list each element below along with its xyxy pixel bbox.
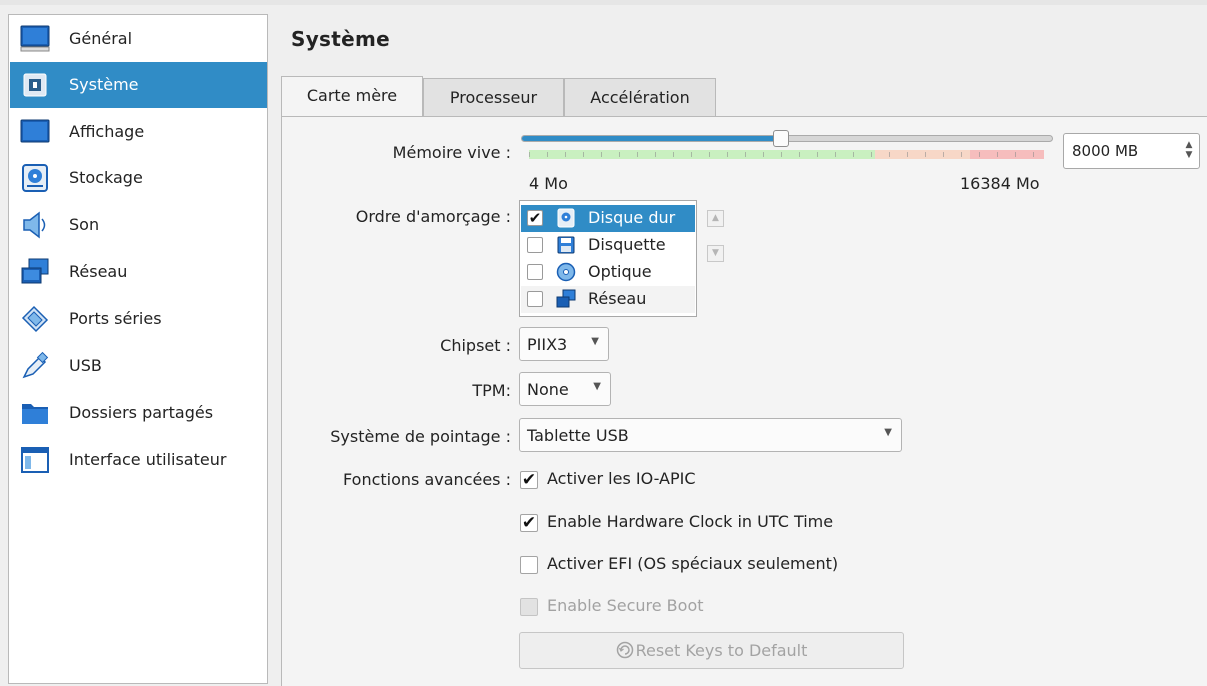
ioapic-label: Activer les IO-APIC — [547, 469, 696, 488]
sidebar-item-label: USB — [69, 356, 102, 375]
reset-keys-button: Reset Keys to Default — [519, 632, 904, 669]
chipset-select[interactable]: PIIX3 ▼ — [519, 327, 609, 361]
network-icon — [21, 258, 49, 284]
folder-icon — [22, 404, 48, 424]
boot-item-checkbox[interactable] — [527, 237, 543, 253]
secure-boot-label: Enable Secure Boot — [547, 596, 704, 615]
chipset-label: Chipset : — [440, 336, 511, 355]
boot-item-label: Disquette — [588, 235, 666, 254]
memory-spinbox[interactable]: 8000 MB ▲ ▼ — [1063, 133, 1200, 169]
sidebar-item-display[interactable]: Affichage — [10, 109, 267, 155]
ioapic-checkbox[interactable]: ✔ — [520, 471, 538, 489]
boot-item-hard-disk[interactable]: ✔ Disque dur — [521, 205, 695, 232]
sidebar-item-sound[interactable]: Son — [10, 202, 267, 248]
chip-icon — [23, 73, 47, 97]
hard-disk-icon — [22, 164, 48, 192]
serial-port-icon — [21, 305, 49, 333]
boot-item-network[interactable]: Réseau — [521, 286, 695, 313]
memory-min-label: 4 Mo — [529, 174, 568, 193]
settings-sidebar: Général Système Affichage Stockage Son R… — [8, 14, 268, 684]
tab-acceleration[interactable]: Accélération — [564, 78, 716, 116]
chevron-down-icon: ▼ — [593, 381, 601, 392]
pointing-select[interactable]: Tablette USB ▼ — [519, 418, 902, 452]
sidebar-item-label: Ports séries — [69, 309, 162, 328]
sidebar-item-usb[interactable]: USB — [10, 343, 267, 389]
chevron-down-icon: ▼ — [884, 427, 892, 438]
boot-item-optical[interactable]: Optique — [521, 259, 695, 286]
memory-label: Mémoire vive : — [392, 143, 511, 162]
memory-slider-handle[interactable] — [772, 130, 789, 147]
sidebar-item-label: Dossiers partagés — [69, 403, 214, 422]
sidebar-item-label: Système — [69, 75, 139, 94]
tab-label: Carte mère — [306, 86, 398, 105]
efi-label: Activer EFI (OS spéciaux seulement) — [547, 554, 839, 573]
secure-boot-checkbox — [520, 598, 538, 616]
monitor-icon — [20, 25, 50, 52]
page-title: Système — [291, 27, 390, 51]
chevron-down-icon: ▼ — [591, 336, 599, 347]
top-edge — [0, 0, 1207, 5]
sidebar-item-shared-folders[interactable]: Dossiers partagés — [10, 390, 267, 436]
tab-processor[interactable]: Processeur — [423, 78, 564, 116]
move-up-button[interactable]: ▲ — [707, 210, 724, 227]
move-down-button[interactable]: ▼ — [707, 245, 724, 262]
arrow-up-icon: ▲ — [712, 213, 719, 223]
boot-item-label: Disque dur — [588, 208, 676, 227]
tab-label: Accélération — [590, 88, 690, 107]
memory-max-label: 16384 Mo — [960, 174, 1040, 193]
reset-keys-label: Reset Keys to Default — [635, 641, 808, 660]
speaker-icon — [23, 211, 46, 239]
sidebar-item-serial-ports[interactable]: Ports séries — [10, 296, 267, 342]
sidebar-item-label: Interface utilisateur — [69, 450, 227, 469]
sidebar-item-storage[interactable]: Stockage — [10, 155, 267, 201]
memory-value: 8000 MB — [1072, 142, 1139, 160]
sidebar-item-label: Général — [69, 29, 133, 48]
tpm-select[interactable]: None ▼ — [519, 372, 611, 406]
boot-item-label: Réseau — [588, 289, 647, 308]
pointing-value: Tablette USB — [527, 426, 629, 445]
window-icon — [21, 447, 49, 473]
utc-label: Enable Hardware Clock in UTC Time — [547, 512, 834, 531]
boot-item-checkbox[interactable] — [527, 264, 543, 280]
spin-arrows-icon[interactable]: ▲ ▼ — [1183, 140, 1195, 162]
optical-disc-icon — [556, 262, 576, 282]
boot-item-floppy[interactable]: Disquette — [521, 232, 695, 259]
tab-label: Processeur — [449, 88, 538, 107]
sidebar-item-system[interactable]: Système — [10, 62, 267, 108]
sidebar-item-label: Son — [69, 215, 100, 234]
reset-icon — [616, 641, 633, 659]
boot-item-checkbox[interactable] — [527, 291, 543, 307]
boot-item-label: Optique — [588, 262, 652, 281]
sidebar-item-label: Affichage — [69, 122, 145, 141]
tpm-label: TPM: — [472, 381, 511, 400]
boot-order-label: Ordre d'amorçage : — [355, 207, 511, 226]
tpm-value: None — [527, 380, 569, 399]
sidebar-item-user-interface[interactable]: Interface utilisateur — [10, 437, 267, 483]
network-icon — [556, 289, 576, 308]
sidebar-item-label: Stockage — [69, 168, 143, 187]
memory-scale-ticks — [529, 152, 1044, 157]
chipset-value: PIIX3 — [527, 335, 568, 354]
display-icon — [20, 119, 50, 143]
utc-checkbox[interactable]: ✔ — [520, 514, 538, 532]
usb-icon — [22, 351, 49, 379]
memory-slider-fill — [522, 136, 782, 141]
pointing-label: Système de pointage : — [330, 427, 511, 446]
sidebar-item-label: Réseau — [69, 262, 128, 281]
hard-disk-icon — [557, 208, 575, 228]
advanced-label: Fonctions avancées : — [343, 470, 511, 489]
sidebar-item-general[interactable]: Général — [10, 16, 267, 62]
floppy-icon — [557, 236, 575, 254]
efi-checkbox[interactable] — [520, 556, 538, 574]
boot-order-list[interactable]: ✔ Disque dur Disquette Optique Réseau — [519, 200, 697, 317]
sidebar-item-network[interactable]: Réseau — [10, 249, 267, 295]
motherboard-panel — [281, 116, 1207, 686]
boot-item-checkbox[interactable]: ✔ — [527, 210, 543, 226]
tab-motherboard[interactable]: Carte mère — [281, 76, 423, 117]
arrow-down-icon: ▼ — [712, 248, 719, 258]
